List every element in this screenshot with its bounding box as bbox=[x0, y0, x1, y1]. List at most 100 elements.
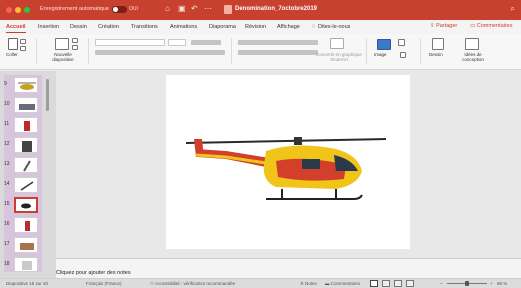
tab-diaporama[interactable]: Diaporama bbox=[209, 24, 236, 30]
cut-icon[interactable] bbox=[20, 39, 26, 44]
slide-thumbnail-15[interactable] bbox=[14, 197, 38, 213]
home-icon[interactable]: ⌂ bbox=[165, 5, 170, 13]
font-family-select[interactable] bbox=[95, 39, 165, 46]
undo-icon[interactable]: ↶ bbox=[191, 5, 198, 13]
slide-number: 15 bbox=[4, 201, 10, 207]
zoom-level[interactable]: 66 % bbox=[497, 281, 507, 286]
list-buttons[interactable] bbox=[238, 40, 318, 45]
accessibility-status[interactable]: ⚇ Accessibilité : vérification recommand… bbox=[150, 281, 235, 287]
share-label: Partager bbox=[436, 23, 458, 29]
comments-button[interactable]: ▭ Commentaires bbox=[470, 23, 513, 29]
truck-thumbnail-icon bbox=[19, 104, 35, 110]
reset-icon[interactable] bbox=[72, 45, 78, 50]
notes-placeholder[interactable]: Cliquez pour ajouter des notes bbox=[56, 270, 131, 276]
paste-icon[interactable] bbox=[8, 38, 18, 50]
font-size-buttons[interactable] bbox=[191, 40, 221, 45]
drawing-label: Dessin bbox=[429, 52, 443, 57]
font-size-select[interactable] bbox=[168, 39, 186, 46]
drawing-icon[interactable] bbox=[432, 38, 444, 50]
arrange-icon[interactable] bbox=[400, 52, 406, 58]
image-icon[interactable] bbox=[377, 39, 391, 50]
tool-thumbnail-icon bbox=[23, 160, 31, 172]
slide-number: 9 bbox=[4, 81, 7, 87]
slide-number: 18 bbox=[4, 261, 10, 267]
copy-icon[interactable] bbox=[20, 46, 26, 51]
share-button[interactable]: ⇪ Partager bbox=[430, 23, 457, 29]
tab-tell-me[interactable]: Dites-le-nous bbox=[318, 24, 350, 30]
convert-smartart-label: Convertir en graphique SmartArt bbox=[316, 52, 362, 62]
hydrant-thumbnail-icon bbox=[24, 121, 30, 131]
tab-insertion[interactable]: Insertion bbox=[38, 24, 59, 30]
notes-button-label: Notes bbox=[305, 281, 317, 286]
thumbnail-scrollbar[interactable] bbox=[46, 79, 49, 111]
divider bbox=[36, 38, 37, 64]
slide-number: 16 bbox=[4, 221, 10, 227]
lightbulb-icon: ♢ bbox=[311, 24, 316, 30]
slide-thumbnail-9[interactable] bbox=[14, 77, 38, 93]
text-format-buttons[interactable] bbox=[95, 50, 225, 55]
minimize-window-icon[interactable] bbox=[15, 7, 21, 13]
search-icon[interactable]: ⌕ bbox=[511, 4, 515, 14]
shapes-icon[interactable] bbox=[398, 39, 405, 46]
zoom-in-button[interactable]: + bbox=[490, 281, 493, 286]
close-window-icon[interactable] bbox=[6, 7, 12, 13]
save-icon[interactable]: ▣ bbox=[178, 5, 186, 13]
slide-number: 13 bbox=[4, 161, 10, 167]
slide-thumbnail-panel: 9 10 11 12 13 14 15 16 17 18 bbox=[0, 71, 56, 278]
current-slide[interactable] bbox=[166, 75, 410, 249]
tab-animations[interactable]: Animations bbox=[170, 24, 197, 30]
slideshow-view-icon[interactable] bbox=[406, 280, 414, 287]
alignment-buttons[interactable] bbox=[238, 50, 318, 55]
fire-thumbnail-icon bbox=[22, 261, 32, 270]
divider bbox=[88, 38, 89, 64]
slide-thumbnail-12[interactable] bbox=[14, 137, 38, 153]
ribbon: Coller Nouvelle diapositive Convertir en… bbox=[0, 34, 521, 70]
comments-toggle-button[interactable]: ▬ Commentaires bbox=[325, 281, 360, 286]
slide-editing-area bbox=[56, 71, 521, 258]
autosave-label: Enregistrement automatique bbox=[40, 6, 110, 12]
new-slide-icon[interactable] bbox=[55, 38, 69, 50]
zoom-out-button[interactable]: − bbox=[440, 281, 443, 286]
tab-revision[interactable]: Révision bbox=[245, 24, 266, 30]
slide-thumbnail-13[interactable] bbox=[14, 157, 38, 173]
comments-label: Commentaires bbox=[476, 23, 513, 29]
zoom-slider-knob[interactable] bbox=[465, 281, 469, 286]
notes-pane[interactable]: Cliquez pour ajouter des notes bbox=[56, 258, 521, 278]
slide-thumbnail-17[interactable] bbox=[14, 237, 38, 253]
design-ideas-label: Idées de conception bbox=[462, 52, 484, 62]
slide-thumbnail-10[interactable] bbox=[14, 97, 38, 113]
slide-sorter-view-icon[interactable] bbox=[382, 280, 390, 287]
new-slide-label: Nouvelle diapositive bbox=[52, 52, 74, 62]
tab-transitions[interactable]: Transitions bbox=[131, 24, 158, 30]
more-icon[interactable]: ⋯ bbox=[204, 5, 212, 13]
helicopter-image[interactable] bbox=[186, 99, 386, 219]
document-title: Denomination_7octobre2019 bbox=[235, 6, 318, 12]
slide-thumbnail-16[interactable] bbox=[14, 217, 38, 233]
slide-number: 12 bbox=[4, 141, 10, 147]
slide-thumbnail-11[interactable] bbox=[14, 117, 38, 133]
smartart-icon[interactable] bbox=[330, 38, 344, 49]
slide-thumbnail-14[interactable] bbox=[14, 177, 38, 193]
slide-number: 10 bbox=[4, 101, 10, 107]
tab-accueil[interactable]: Accueil bbox=[6, 24, 26, 33]
image-label: Image bbox=[374, 52, 387, 57]
helicopter-thumbnail-icon bbox=[18, 82, 36, 90]
language-status[interactable]: Français (France) bbox=[86, 281, 122, 286]
tab-affichage[interactable]: Affichage bbox=[277, 24, 300, 30]
normal-view-icon[interactable] bbox=[370, 280, 378, 287]
design-ideas-icon[interactable] bbox=[465, 38, 479, 50]
tab-creation[interactable]: Création bbox=[98, 24, 119, 30]
slide-number: 14 bbox=[4, 181, 10, 187]
layout-icon[interactable] bbox=[72, 38, 78, 43]
notes-toggle-button[interactable]: ≜ Notes bbox=[300, 281, 317, 287]
slide-thumbnail-18[interactable] bbox=[14, 257, 38, 272]
hose-thumbnail-icon bbox=[20, 181, 34, 191]
helicopter-thumbnail-icon bbox=[21, 203, 31, 209]
divider bbox=[420, 38, 421, 64]
divider bbox=[366, 38, 367, 64]
ribbon-tabs: Accueil Insertion Dessin Création Transi… bbox=[0, 20, 521, 34]
zoom-window-icon[interactable] bbox=[24, 7, 30, 13]
tab-dessin[interactable]: Dessin bbox=[70, 24, 87, 30]
autosave-toggle[interactable] bbox=[112, 6, 127, 13]
reading-view-icon[interactable] bbox=[394, 280, 402, 287]
